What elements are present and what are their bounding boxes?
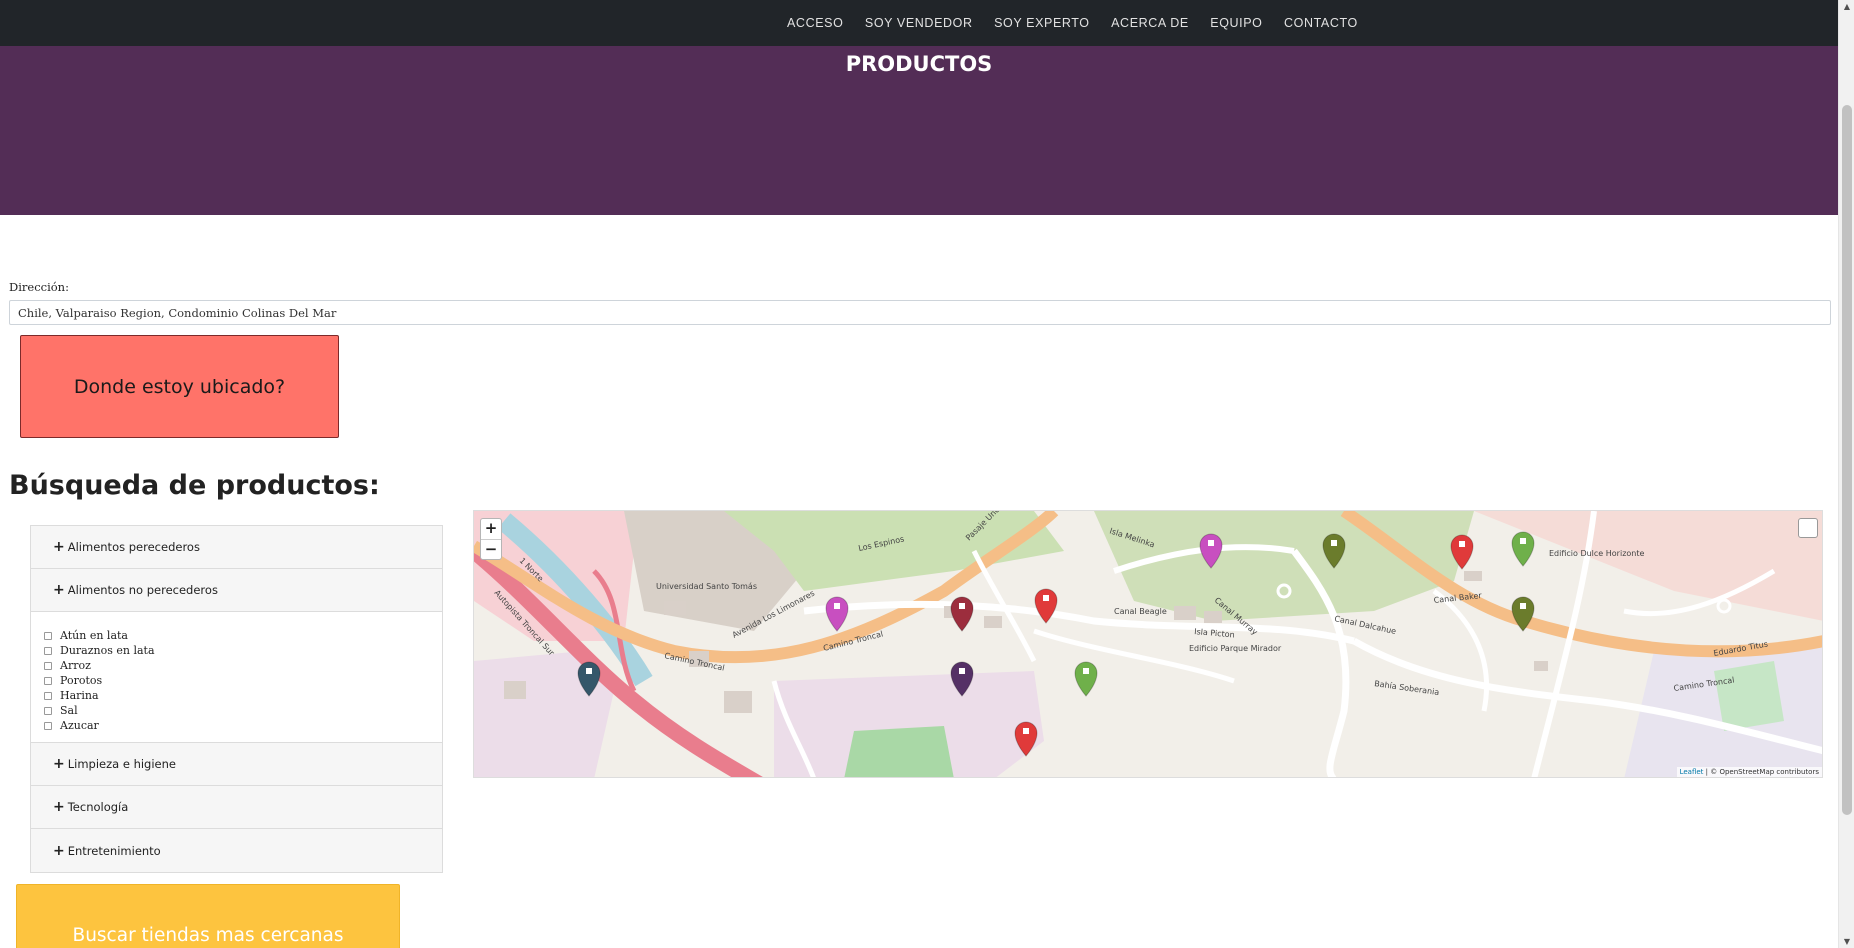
nav-link-acerca-de[interactable]: ACERCA DE <box>1111 16 1189 30</box>
shopping-bag-icon <box>1520 603 1526 609</box>
plus-icon: + <box>53 582 65 598</box>
map-tiles: Camino Troncal Camino Troncal Camino Tro… <box>474 511 1822 777</box>
option-checkbox[interactable] <box>44 706 52 715</box>
option-label: Sal <box>60 704 78 717</box>
page-scrollbar[interactable]: ▲ ▼ <box>1838 0 1854 948</box>
category-accordion: + Alimentos perecederos + Alimentos no p… <box>30 525 443 873</box>
option-porotos: Porotos <box>44 673 442 688</box>
nav-link-equipo[interactable]: EQUIPO <box>1210 16 1262 30</box>
store-marker[interactable] <box>950 596 974 632</box>
store-map[interactable]: Camino Troncal Camino Troncal Camino Tro… <box>473 510 1823 778</box>
map-label: Edificio Parque Mirador <box>1189 644 1282 653</box>
category-no-perecederos-header[interactable]: + Alimentos no perecederos <box>31 569 442 612</box>
option-checkbox[interactable] <box>44 721 52 730</box>
map-park-area <box>1714 661 1784 731</box>
shopping-bag-icon <box>586 668 592 674</box>
store-marker[interactable] <box>825 596 849 632</box>
option-duraznos: Duraznos en lata <box>44 643 442 658</box>
nav-links: ACCESO SOY VENDEDOR SOY EXPERTO ACERCA D… <box>787 0 1379 46</box>
option-label: Porotos <box>60 674 103 687</box>
scrollbar-thumb[interactable] <box>1842 105 1852 815</box>
option-label: Azucar <box>60 719 99 732</box>
category-label: Alimentos perecederos <box>67 540 200 554</box>
option-checkbox[interactable] <box>44 646 52 655</box>
category-label: Alimentos no perecederos <box>67 583 218 597</box>
option-harina: Harina <box>44 688 442 703</box>
plus-icon: + <box>53 842 65 859</box>
option-label: Atún en lata <box>60 629 128 642</box>
nav-link-acceso[interactable]: ACCESO <box>787 16 843 30</box>
nav-link-contacto[interactable]: CONTACTO <box>1284 16 1358 30</box>
option-checkbox[interactable] <box>44 691 52 700</box>
plus-icon: + <box>53 539 65 555</box>
map-label: Universidad Santo Tomás <box>656 582 757 591</box>
option-sal: Sal <box>44 703 442 718</box>
map-label: Edificio Dulce Horizonte <box>1549 549 1644 558</box>
page-title: PRODUCTOS <box>845 52 993 76</box>
option-label: Arroz <box>60 659 91 672</box>
find-nearest-stores-button[interactable]: Buscar tiendas mas cercanas <box>16 884 400 948</box>
category-tecnologia-header[interactable]: + Tecnología <box>31 786 442 829</box>
shopping-bag-icon <box>1043 595 1049 601</box>
zoom-in-button[interactable]: + <box>481 519 501 539</box>
shopping-bag-icon <box>1459 541 1465 547</box>
option-arroz: Arroz <box>44 658 442 673</box>
shopping-bag-icon <box>1331 540 1337 546</box>
masthead: PRODUCTOS <box>0 46 1838 215</box>
osm-attribution: | © OpenStreetMap contributors <box>1703 768 1819 776</box>
shopping-bag-icon <box>959 668 965 674</box>
plus-icon: + <box>53 756 65 772</box>
plus-icon: + <box>53 799 65 815</box>
shopping-bag-icon <box>1520 538 1526 544</box>
option-checkbox[interactable] <box>44 676 52 685</box>
category-label: Tecnología <box>67 800 129 814</box>
option-label: Harina <box>60 689 99 702</box>
zoom-out-button[interactable]: − <box>481 539 501 559</box>
category-perecederos-header[interactable]: + Alimentos perecederos <box>31 526 442 569</box>
store-marker[interactable] <box>1511 531 1535 567</box>
category-label: Limpieza e higiene <box>67 757 176 771</box>
option-checkbox[interactable] <box>44 661 52 670</box>
shopping-bag-icon <box>834 603 840 609</box>
option-azucar: Azucar <box>44 718 442 733</box>
leaflet-link[interactable]: Leaflet <box>1680 768 1704 776</box>
option-checkbox[interactable] <box>44 631 52 640</box>
category-entretenimiento-header[interactable]: + Entretenimiento <box>31 829 442 872</box>
address-input[interactable] <box>9 300 1831 325</box>
category-limpieza-header[interactable]: + Limpieza e higiene <box>31 743 442 786</box>
scroll-up-arrow[interactable]: ▲ <box>1839 2 1854 11</box>
shopping-bag-icon <box>1083 668 1089 674</box>
locate-me-button[interactable]: Donde estoy ubicado? <box>20 335 339 438</box>
category-label: Entretenimiento <box>67 843 161 858</box>
map-park-area <box>844 726 954 777</box>
product-search-title: Búsqueda de productos: <box>9 470 380 501</box>
map-roundabout <box>1716 598 1732 614</box>
layers-control[interactable] <box>1798 518 1818 538</box>
nav-link-soy-experto[interactable]: SOY EXPERTO <box>994 16 1090 30</box>
option-label: Duraznos en lata <box>60 644 155 657</box>
nav-link-soy-vendedor[interactable]: SOY VENDEDOR <box>865 16 973 30</box>
map-label: Bahía Soberania <box>1374 679 1440 697</box>
map-attribution: Leaflet | © OpenStreetMap contributors <box>1676 767 1822 777</box>
shopping-bag-icon <box>1208 540 1214 546</box>
option-atun: Atún en lata <box>44 628 442 643</box>
shopping-bag-icon <box>1023 728 1029 734</box>
address-label: Dirección: <box>9 280 69 294</box>
map-street <box>1033 628 1235 684</box>
store-marker[interactable] <box>1074 661 1098 697</box>
map-label: Canal Beagle <box>1114 607 1167 616</box>
category-no-perecederos-options: Atún en lata Duraznos en lata Arroz Poro… <box>31 612 442 743</box>
store-marker[interactable] <box>1034 588 1058 624</box>
shopping-bag-icon <box>959 603 965 609</box>
zoom-control: + − <box>480 518 502 560</box>
top-navbar: ACCESO SOY VENDEDOR SOY EXPERTO ACERCA D… <box>0 0 1838 46</box>
scroll-down-arrow[interactable]: ▼ <box>1839 937 1854 946</box>
